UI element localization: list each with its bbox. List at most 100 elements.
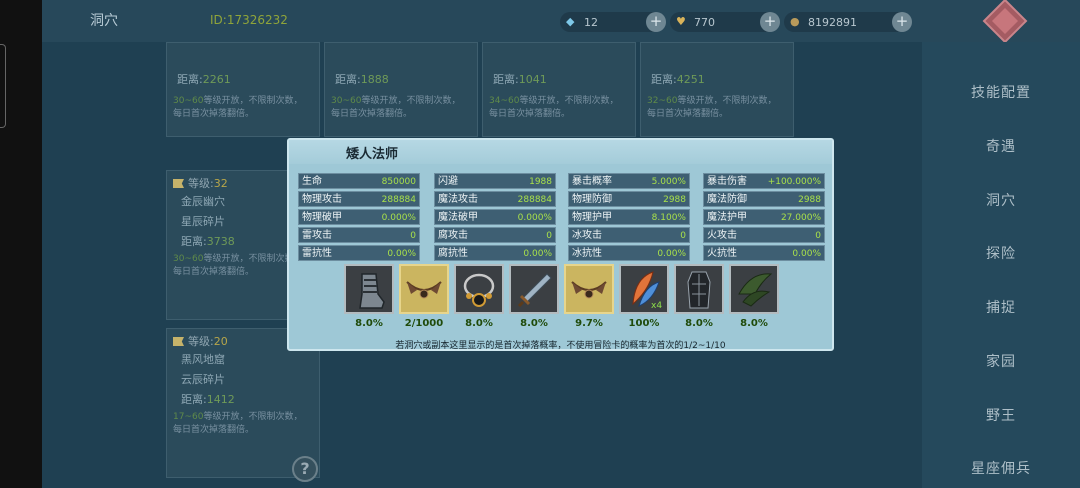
stat-cell: 腐抗性 0.00% — [434, 245, 556, 261]
stat-cell: 火攻击 0 — [703, 227, 825, 243]
cave-name: 黑风地窟 — [181, 353, 225, 366]
drop-rate: 8.0% — [740, 318, 768, 329]
diamond-resource: ◆ 12 + — [560, 12, 666, 32]
stat-label: 暴击概率 — [572, 176, 612, 187]
distance-text: 距离:3738 — [181, 235, 235, 248]
cave-name: 金辰幽穴 — [181, 195, 225, 208]
stat-cell: 物理攻击 288884 — [298, 191, 420, 207]
stat-value: 0.00% — [523, 249, 552, 259]
cave-card[interactable]: 距离:1888 30~60等级开放，不限制次数， 每日首次掉落翻倍。 — [324, 42, 478, 137]
stat-value: 0 — [815, 231, 821, 241]
stat-value: 0.000% — [517, 213, 552, 223]
stat-label: 物理防御 — [572, 194, 612, 205]
diamond-count: 12 — [584, 16, 598, 29]
dialog-title-bar: 矮人法师 — [289, 140, 832, 164]
cave-drop: 云辰碎片 — [181, 373, 225, 386]
distance-text: 距离:1888 — [335, 73, 389, 86]
menu-item-skill-config[interactable]: 技能配置 — [922, 82, 1080, 102]
stat-label: 暴击伤害 — [707, 176, 747, 187]
device-edge — [0, 0, 42, 488]
menu-item-wild-king[interactable]: 野王 — [922, 405, 1080, 425]
stat-value: 0.00% — [387, 249, 416, 259]
page-title: 洞穴 — [90, 13, 118, 29]
svg-text:x4: x4 — [651, 301, 662, 310]
drop-item-slot[interactable] — [399, 264, 449, 314]
drop-rate-note: 若洞穴或副本这里显示的是首次掉落概率，不使用冒险卡的概率为首次的1/2~1/10 — [395, 341, 726, 351]
armor-boot-icon — [359, 273, 385, 309]
stat-value: 2988 — [663, 195, 686, 205]
menu-item-explore[interactable]: 探险 — [922, 243, 1080, 263]
menu-item-encounter[interactable]: 奇遇 — [922, 136, 1080, 156]
cave-note: 32~60等级开放，不限制次数， 每日首次掉落翻倍。 — [647, 96, 777, 119]
cave-drop: 星辰碎片 — [181, 215, 225, 228]
menu-item-constellation-merc[interactable]: 星座佣兵 — [922, 458, 1080, 478]
stat-value: 0.00% — [792, 249, 821, 259]
drop-item-slot[interactable] — [454, 264, 504, 314]
drop-item-slot[interactable]: x4 — [619, 264, 669, 314]
stat-cell: 魔法攻击 288884 — [434, 191, 556, 207]
stat-value: 0 — [546, 231, 552, 241]
cave-level: 等级:20 — [173, 333, 228, 349]
flag-icon — [173, 337, 184, 346]
dark-armor-icon — [687, 271, 711, 309]
menu-item-cave[interactable]: 洞穴 — [922, 190, 1080, 210]
diamond-icon: ◆ — [566, 15, 575, 28]
drop-item-slot[interactable] — [509, 264, 559, 314]
menu-item-home[interactable]: 家园 — [922, 351, 1080, 371]
feather-gem-icon: x4 — [632, 271, 662, 310]
stat-label: 雷抗性 — [302, 248, 332, 259]
distance-text: 距离:2261 — [177, 73, 231, 86]
stat-value: 1988 — [529, 177, 552, 187]
cave-note: 34~60等级开放，不限制次数， 每日首次掉落翻倍。 — [489, 96, 619, 119]
stat-label: 冰抗性 — [572, 248, 602, 259]
drop-item-slot[interactable] — [564, 264, 614, 314]
stat-label: 生命 — [302, 176, 322, 187]
stat-label: 物理破甲 — [302, 212, 342, 223]
stat-cell: 魔法护甲 27.000% — [703, 209, 825, 225]
sword-icon — [517, 273, 552, 308]
stat-label: 腐抗性 — [438, 248, 468, 259]
drop-rate: 8.0% — [520, 318, 548, 329]
stat-cell: 雷抗性 0.00% — [298, 245, 420, 261]
cave-card[interactable]: 距离:4251 32~60等级开放，不限制次数， 每日首次掉落翻倍。 — [640, 42, 794, 137]
gold-count: 770 — [694, 16, 715, 29]
stat-label: 雷攻击 — [302, 230, 332, 241]
drop-item-slot[interactable] — [344, 264, 394, 314]
diamond-emblem-icon[interactable] — [982, 0, 1028, 44]
drop-rate: 8.0% — [355, 318, 383, 329]
stat-value: 0.000% — [381, 213, 416, 223]
stat-value: 0.00% — [657, 249, 686, 259]
stat-cell: 暴击伤害 +100.000% — [703, 173, 825, 189]
help-button[interactable]: ? — [292, 456, 318, 482]
cave-note: 30~60等级开放，不限制次数， 每日首次掉落翻倍。 — [173, 96, 303, 119]
menu-item-capture[interactable]: 捕捉 — [922, 297, 1080, 317]
cave-card[interactable]: 距离:1041 34~60等级开放，不限制次数， 每日首次掉落翻倍。 — [482, 42, 636, 137]
stat-label: 腐攻击 — [438, 230, 468, 241]
gold-resource: ♥ 770 + — [670, 12, 780, 32]
leaf-wing-icon — [738, 273, 773, 307]
stat-label: 魔法护甲 — [707, 212, 747, 223]
stat-cell: 闪避 1988 — [434, 173, 556, 189]
stat-value: 2988 — [798, 195, 821, 205]
add-gold-button[interactable]: + — [760, 12, 780, 32]
stat-cell: 物理护甲 8.100% — [568, 209, 690, 225]
amulet-necklace-icon — [463, 273, 495, 307]
distance-text: 距离:1412 — [181, 393, 235, 406]
cave-note: 30~60等级开放，不限制次数， 每日首次掉落翻倍。 — [331, 96, 461, 119]
distance-text: 距离:4251 — [651, 73, 705, 86]
stat-value: 850000 — [381, 177, 416, 187]
drop-rate: 9.7% — [575, 318, 603, 329]
flag-icon — [173, 179, 184, 188]
stat-value: 288884 — [517, 195, 552, 205]
cave-note: 30~60等级开放，不限制次数， 每日首次掉落翻倍。 — [173, 254, 303, 277]
stat-label: 魔法破甲 — [438, 212, 478, 223]
drop-item-slot[interactable] — [674, 264, 724, 314]
cave-card[interactable]: 距离:2261 30~60等级开放，不限制次数， 每日首次掉落翻倍。 — [166, 42, 320, 137]
distance-text: 距离:1041 — [493, 73, 547, 86]
stat-cell: 腐攻击 0 — [434, 227, 556, 243]
cave-note: 17~60等级开放，不限制次数， 每日首次掉落翻倍。 — [173, 412, 303, 435]
add-diamond-button[interactable]: + — [646, 12, 666, 32]
cave-level: 等级:32 — [173, 175, 228, 191]
add-coin-button[interactable]: + — [892, 12, 912, 32]
drop-item-slot[interactable] — [729, 264, 779, 314]
